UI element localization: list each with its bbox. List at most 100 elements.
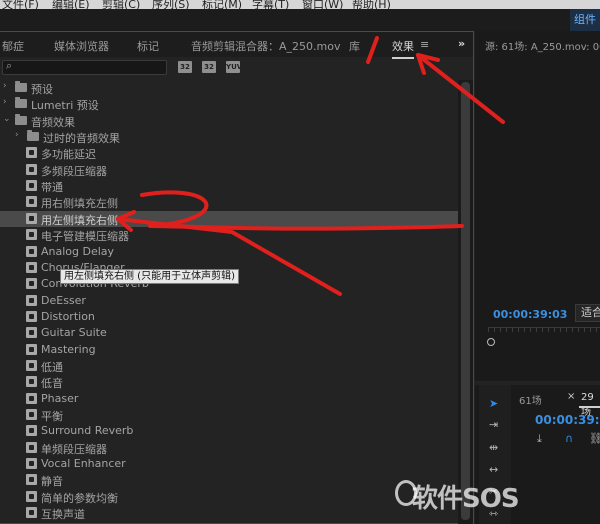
workspace-tab-components[interactable]: 组件 [570,9,600,31]
tab-effects[interactable]: 效果 [392,38,414,59]
folder-icon [15,113,27,125]
selection-tool-icon[interactable]: ➤ [489,397,498,410]
tree-effect-row[interactable]: Analog Delay [0,244,458,260]
tree-effect-row[interactable]: 带通 [0,178,458,194]
tree-item-label: 静音 [41,475,63,489]
tree-item-label: DeEsser [41,293,86,307]
tree-item-label: 音频效果 [31,115,75,129]
tab-media-browser[interactable]: 媒体浏览器 [54,38,109,54]
tree-effect-row[interactable]: 简单的参数均衡 [0,489,458,505]
close-tab-icon[interactable]: × [567,391,575,402]
tabs-overflow-icon[interactable]: » [458,37,465,50]
panel-menu-icon[interactable]: ≡ [420,38,429,51]
menu-item[interactable]: 文件(F) [2,0,39,9]
menu-item[interactable]: 字幕(T) [252,0,289,9]
menu-item[interactable]: 窗口(W) [302,0,343,9]
menu-item[interactable]: 标记(M) [202,0,242,9]
search-row: ⌕ 32 32 YUV [0,57,473,79]
tree-item-label: Distortion [41,309,95,323]
source-time-ruler[interactable] [488,327,600,341]
tree-effect-row[interactable]: 用左侧填充右侧 [0,210,458,227]
tree-effect-row[interactable]: Phaser [0,391,458,407]
tree-item-label: 单频段压缩器 [41,442,107,456]
menubar: 文件(F) 编辑(E) 剪辑(C) 序列(S) 标记(M) 字幕(T) 窗口(W) 帮助(H) [0,0,600,9]
audio-effect-icon [26,359,37,371]
tree-effect-row[interactable]: 平衡 [0,407,458,423]
tree-folder-row[interactable]: ⌄ 音频效果 [0,113,458,129]
tree-effect-row[interactable]: 多功能延迟 [0,145,458,161]
sequence-tab-61[interactable]: 61场 [519,392,542,407]
tree-effect-row[interactable]: 单频段压缩器 [0,440,458,456]
tree-effect-row[interactable]: Mastering [0,342,458,358]
source-timecode[interactable]: 00:00:39:03 [493,308,567,321]
audio-effect-icon [26,474,37,486]
timeline-timecode[interactable]: 00:00:39:0 [535,413,600,427]
folder-icon [15,81,27,92]
track-select-tool-icon[interactable]: ⇥ [489,418,498,431]
source-monitor: 源: 61场: A_250.mov: 00: 00:00:39:03 适合 [475,31,600,381]
fit-dropdown[interactable]: 适合 [575,304,600,322]
menu-item[interactable]: 剪辑(C) [102,0,140,9]
tree-item-label: 简单的参数均衡 [41,491,118,505]
tab-markers[interactable]: 标记 [137,38,159,54]
chevron-right-icon[interactable]: › [15,130,19,140]
menu-item[interactable]: 帮助(H) [352,0,391,9]
tree-effect-row[interactable]: Guitar Suite [0,325,458,341]
tree-effect-row[interactable]: Distortion [0,309,458,325]
tree-effect-row[interactable]: 电子管建模压缩器 [0,227,458,243]
32bit-effects-filter-icon[interactable]: 32 [202,61,216,73]
effects-scrollbar[interactable] [458,80,473,524]
tree-effect-row[interactable]: 用右侧填充左侧 [0,194,458,210]
tree-effect-row[interactable]: Surround Reverb [0,423,458,439]
linked-selection-icon[interactable]: ⛓ [589,432,600,445]
active-tab-indicator [579,406,600,408]
audio-effect-icon [26,392,37,404]
tree-item-label: 过时的音频效果 [43,132,120,146]
tree-folder-row[interactable]: › 预设 [0,80,458,96]
tree-item-label: 平衡 [41,410,63,423]
audio-effect-icon [26,490,37,502]
chevron-right-icon[interactable]: › [3,97,7,107]
tree-item-label: 低音 [41,377,63,391]
audio-effect-icon [26,441,37,453]
accelerated-effects-filter-icon[interactable]: 32 [178,61,192,73]
tree-folder-row[interactable]: › Lumetri 预设 [0,96,458,112]
tree-effect-row[interactable]: Vocal Enhancer [0,456,458,472]
audio-effect-icon [26,278,37,290]
tree-effect-row[interactable]: 互换声道 [0,505,458,521]
menu-item[interactable]: 序列(S) [152,0,190,9]
source-monitor-title: 源: 61场: A_250.mov: 00: [485,42,600,53]
search-input[interactable]: ⌕ [2,59,167,75]
chevron-down-icon[interactable]: ⌄ [3,114,11,124]
folder-icon [27,130,39,142]
tree-item-label: 低通 [41,360,63,374]
yuv-effects-filter-icon[interactable]: YUV [226,61,242,73]
tree-effect-row[interactable]: 多频段压缩器 [0,162,458,178]
audio-effect-icon [26,425,37,437]
tree-effect-row[interactable]: DeEsser [0,293,458,309]
tree-item-label: Surround Reverb [41,424,134,438]
chevron-right-icon[interactable]: › [3,81,7,91]
snap-magnet-icon[interactable]: ∩ [565,432,573,445]
tree-item-label: 电子管建模压缩器 [41,230,129,244]
audio-effect-icon [26,327,37,339]
tree-item-label: Lumetri 预设 [31,99,99,113]
playhead-handle[interactable] [487,338,495,346]
audio-effect-icon [26,343,37,355]
folder-icon [15,97,27,109]
tree-effect-row[interactable]: 静音 [0,472,458,488]
tree-item-label: 预设 [31,83,53,96]
tree-item-label: 用右侧填充左侧 [41,197,118,211]
insert-icon[interactable]: ⤓ [537,432,542,446]
tree-folder-row[interactable]: › 过时的音频效果 [0,129,458,145]
tree-effect-row[interactable]: 低音 [0,374,458,390]
tree-item-label: Vocal Enhancer [41,457,126,471]
tab-project[interactable]: 郁症 [2,38,24,54]
tab-audio-clip-mixer[interactable]: 音频剪辑混合器：A_250.mov [191,38,340,54]
ripple-edit-tool-icon[interactable]: ⇹ [489,441,498,454]
menu-item[interactable]: 编辑(E) [52,0,90,9]
tab-libraries[interactable]: 库 [349,38,360,54]
scrollbar-thumb[interactable] [461,82,470,520]
tree-effect-row[interactable]: 低通 [0,358,458,374]
rate-stretch-tool-icon[interactable]: ↔ [489,463,498,476]
